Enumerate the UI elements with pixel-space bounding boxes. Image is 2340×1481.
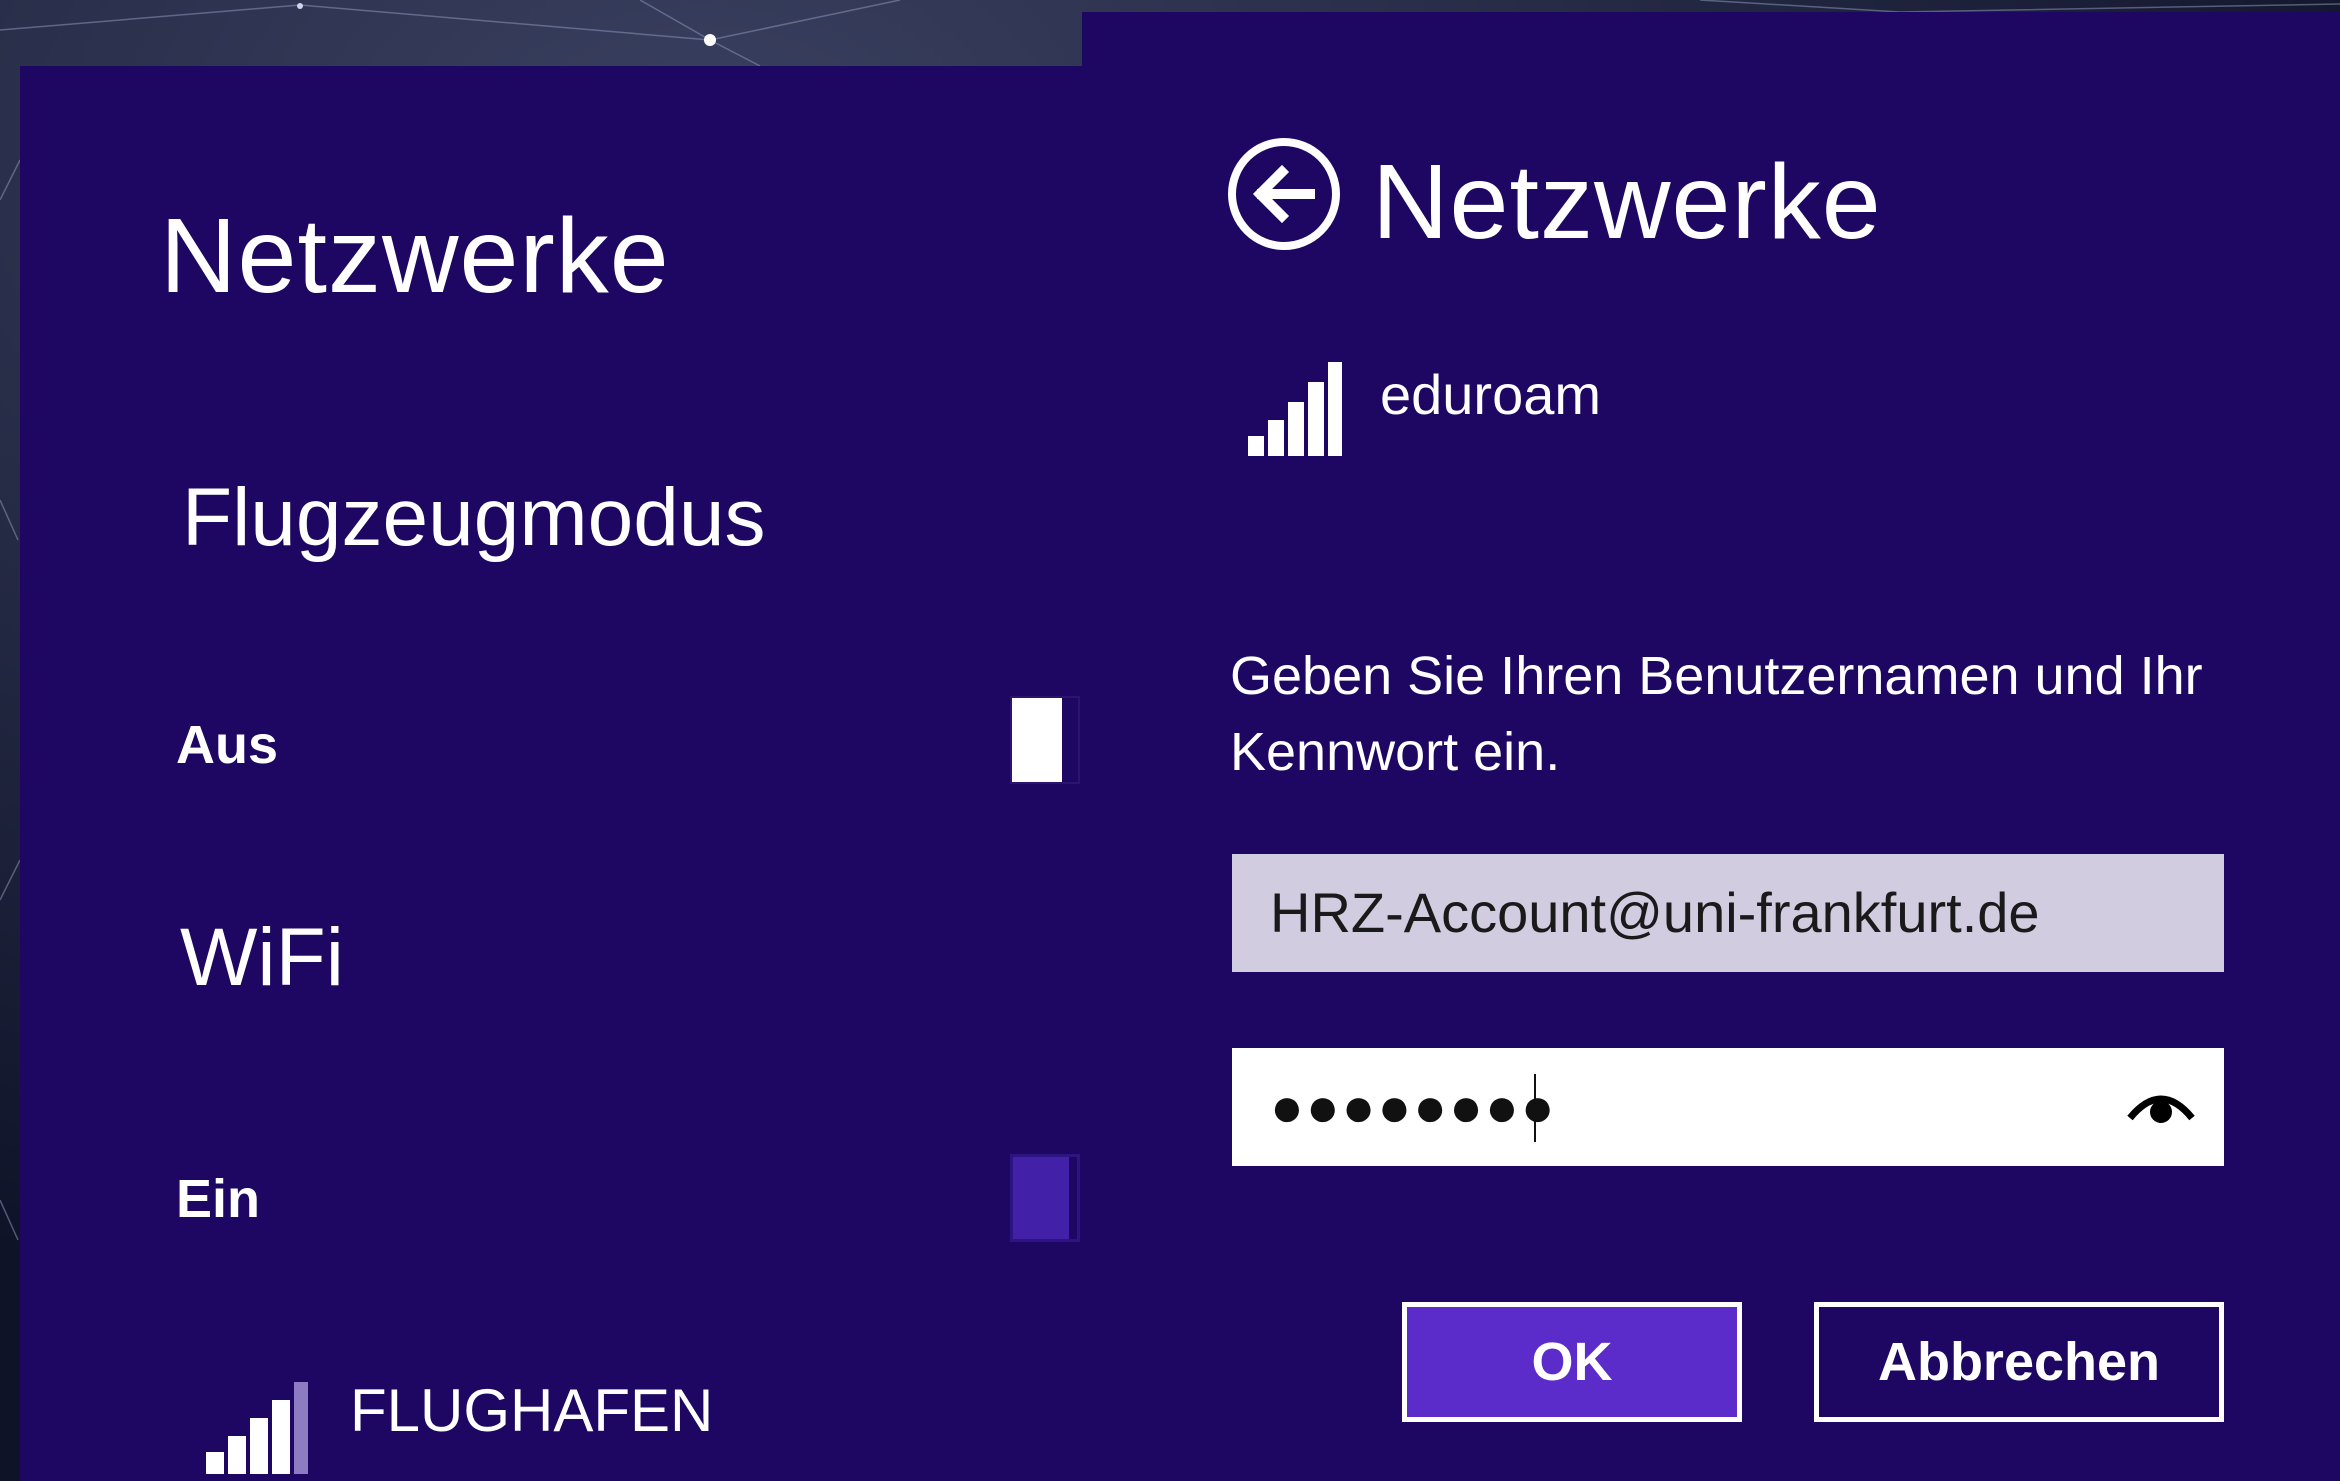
toggle-thumb <box>1069 1157 1077 1239</box>
airplane-mode-toggle[interactable] <box>1010 696 1080 784</box>
password-masked-value: ●●●●●●●● <box>1270 1075 1557 1138</box>
wifi-signal-icon <box>1248 362 1342 456</box>
wifi-toggle[interactable] <box>1010 1154 1080 1242</box>
wifi-heading: WiFi <box>180 912 344 1003</box>
back-arrow-icon[interactable] <box>1226 136 1342 252</box>
ok-button[interactable]: OK <box>1402 1302 1742 1422</box>
network-name: FLUGHAFEN <box>350 1377 714 1444</box>
panel-title: Netzwerke <box>160 197 670 315</box>
username-field[interactable]: HRZ-Account@uni-frankfurt.de <box>1232 854 2224 972</box>
cancel-button[interactable]: Abbrechen <box>1814 1302 2224 1422</box>
password-field[interactable]: ●●●●●●●● <box>1232 1048 2224 1166</box>
airplane-mode-heading: Flugzeugmodus <box>182 472 766 563</box>
network-settings-panel: Netzwerke Flugzeugmodus Aus WiFi Ein FLU… <box>20 66 1090 1481</box>
panel-title: Netzwerke <box>1372 143 1882 261</box>
wifi-signal-icon <box>206 1382 308 1474</box>
wifi-state-label: Ein <box>176 1169 261 1229</box>
eye-icon[interactable] <box>2126 1088 2196 1128</box>
credentials-prompt: Geben Sie Ihren Benutzernamen und Ihr Ke… <box>1230 646 2203 782</box>
network-login-panel: Netzwerke eduroam Geben Sie Ihren Benutz… <box>1082 12 2340 1481</box>
text-cursor <box>1534 1074 1536 1142</box>
network-name: eduroam <box>1380 363 1602 426</box>
toggle-thumb <box>1012 698 1062 782</box>
airplane-mode-state-label: Aus <box>176 715 279 775</box>
